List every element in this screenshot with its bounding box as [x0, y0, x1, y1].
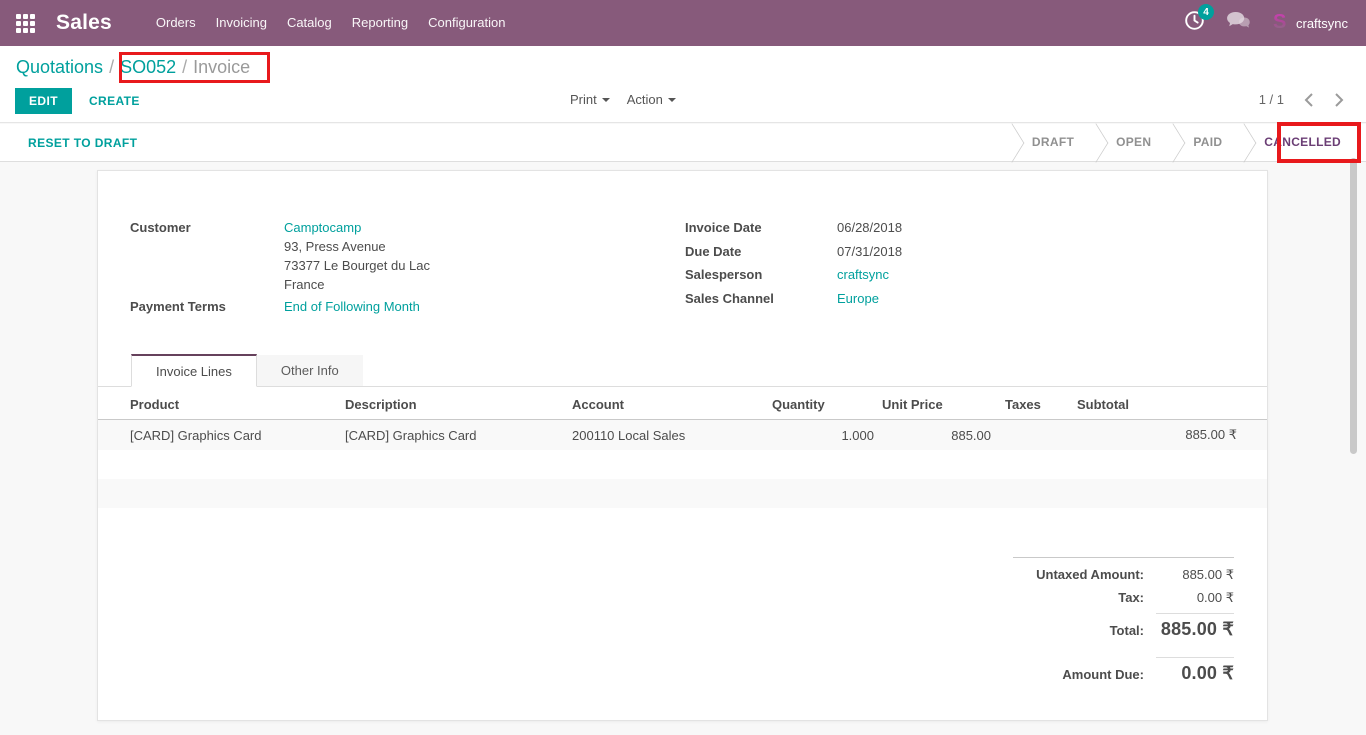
- apps-grid-icon[interactable]: [16, 14, 35, 33]
- invoice-form-sheet: Customer Camptocamp 93, Press Avenue 733…: [97, 170, 1268, 721]
- customer-address-line: France: [284, 275, 430, 294]
- col-header-product[interactable]: Product: [98, 391, 341, 420]
- vertical-scrollbar[interactable]: [1350, 158, 1357, 454]
- totals-divider: [1156, 613, 1234, 614]
- totals-divider: [1156, 657, 1234, 658]
- col-header-taxes[interactable]: Taxes: [995, 391, 1073, 420]
- tax-value: 0.00 ₹: [1158, 590, 1234, 606]
- invoice-line-row[interactable]: [CARD] Graphics Card [CARD] Graphics Car…: [98, 420, 1267, 451]
- field-group-left: Customer Camptocamp 93, Press Avenue 733…: [130, 218, 430, 316]
- invoice-lines-table: Product Description Account Quantity Uni…: [98, 391, 1267, 537]
- activities-button[interactable]: 4: [1184, 10, 1205, 36]
- app-name[interactable]: Sales: [56, 11, 112, 35]
- sales-channel-link[interactable]: Europe: [837, 289, 879, 308]
- status-step-cancelled[interactable]: CANCELLED: [1243, 124, 1362, 161]
- navbar-right: 4 S: [1184, 10, 1348, 37]
- field-group-right: Invoice Date 06/28/2018 Due Date 07/31/2…: [685, 218, 902, 312]
- col-header-subtotal[interactable]: Subtotal: [1073, 391, 1267, 420]
- menu-reporting[interactable]: Reporting: [342, 0, 418, 46]
- cell-quantity: 1.000: [768, 420, 878, 451]
- caret-down-icon: [602, 98, 610, 102]
- form-buttons: EDIT CREATE: [15, 88, 140, 114]
- action-dropdowns: Print Action: [570, 92, 676, 107]
- action-dropdown[interactable]: Action: [627, 92, 676, 107]
- payment-terms-label: Payment Terms: [130, 297, 284, 316]
- status-pipeline: DRAFT OPEN PAID CANCELLED: [1011, 124, 1362, 161]
- content-area: Customer Camptocamp 93, Press Avenue 733…: [0, 163, 1366, 735]
- empty-row: [98, 508, 1267, 537]
- main-menu: Orders Invoicing Catalog Reporting Confi…: [146, 0, 516, 46]
- user-menu[interactable]: S craftsync: [1272, 10, 1348, 37]
- reset-to-draft-button[interactable]: RESET TO DRAFT: [28, 136, 137, 150]
- total-label: Total:: [1013, 623, 1144, 638]
- chat-bubbles-icon: [1226, 11, 1251, 36]
- breadcrumb-separator: /: [103, 57, 120, 77]
- statusbar: RESET TO DRAFT DRAFT OPEN PAID CANCELLED: [0, 124, 1366, 162]
- menu-orders[interactable]: Orders: [146, 0, 206, 46]
- empty-row: [98, 450, 1267, 479]
- salesperson-link[interactable]: craftsync: [837, 265, 889, 284]
- empty-row: [98, 479, 1267, 508]
- due-date-value: 07/31/2018: [837, 242, 902, 261]
- amount-due-label: Amount Due:: [1013, 667, 1144, 682]
- tab-other-info[interactable]: Other Info: [257, 355, 363, 386]
- customer-label: Customer: [130, 218, 284, 237]
- untaxed-amount-label: Untaxed Amount:: [1013, 567, 1144, 582]
- menu-catalog[interactable]: Catalog: [277, 0, 342, 46]
- total-value: 885.00 ₹: [1158, 619, 1234, 640]
- payment-terms-link[interactable]: End of Following Month: [284, 297, 420, 316]
- cell-unit-price: 885.00: [878, 420, 995, 451]
- messages-button[interactable]: [1226, 11, 1251, 36]
- invoice-date-label: Invoice Date: [685, 218, 837, 237]
- pager-previous-icon[interactable]: [1304, 93, 1314, 107]
- cell-taxes: [995, 420, 1073, 451]
- create-button[interactable]: CREATE: [89, 94, 140, 108]
- svg-text:S: S: [1273, 11, 1286, 32]
- print-dropdown[interactable]: Print: [570, 92, 610, 107]
- pager: 1 / 1: [1259, 92, 1344, 107]
- cell-description: [CARD] Graphics Card: [341, 420, 568, 451]
- breadcrumb-current: Invoice: [193, 57, 250, 77]
- activity-count-badge: 4: [1198, 4, 1214, 20]
- col-header-account[interactable]: Account: [568, 391, 768, 420]
- notebook-tabs: Invoice Lines Other Info: [98, 354, 1267, 387]
- cell-product: [CARD] Graphics Card: [98, 420, 341, 451]
- user-name: craftsync: [1296, 16, 1348, 31]
- cell-subtotal: 885.00 ₹: [1073, 420, 1267, 451]
- due-date-label: Due Date: [685, 242, 837, 261]
- breadcrumb-order-ref[interactable]: SO052: [120, 57, 176, 77]
- cell-account: 200110 Local Sales: [568, 420, 768, 451]
- pager-value: 1 / 1: [1259, 92, 1284, 107]
- pager-next-icon[interactable]: [1334, 93, 1344, 107]
- top-navbar: Sales Orders Invoicing Catalog Reporting…: [0, 0, 1366, 46]
- sales-channel-label: Sales Channel: [685, 289, 837, 308]
- control-panel: Quotations/SO052/Invoice EDIT CREATE Pri…: [0, 46, 1366, 123]
- customer-link[interactable]: Camptocamp: [284, 218, 361, 237]
- edit-button[interactable]: EDIT: [15, 88, 72, 114]
- breadcrumb-separator: /: [176, 57, 193, 77]
- menu-invoicing[interactable]: Invoicing: [206, 0, 277, 46]
- craftsync-logo-icon: S: [1272, 10, 1289, 37]
- amount-due-value: 0.00 ₹: [1158, 663, 1234, 684]
- customer-address-line: 93, Press Avenue: [284, 237, 430, 256]
- customer-address-line: 73377 Le Bourget du Lac: [284, 256, 430, 275]
- breadcrumb-quotations[interactable]: Quotations: [16, 57, 103, 77]
- breadcrumb: Quotations/SO052/Invoice: [16, 57, 250, 78]
- col-header-quantity[interactable]: Quantity: [768, 391, 878, 420]
- invoice-totals: Untaxed Amount: 885.00 ₹ Tax: 0.00 ₹ Tot…: [1013, 557, 1234, 691]
- col-header-unit-price[interactable]: Unit Price: [878, 391, 995, 420]
- tax-label: Tax:: [1013, 590, 1144, 605]
- invoice-date-value: 06/28/2018: [837, 218, 902, 237]
- col-header-description[interactable]: Description: [341, 391, 568, 420]
- tab-invoice-lines[interactable]: Invoice Lines: [131, 354, 257, 387]
- caret-down-icon: [668, 98, 676, 102]
- menu-configuration[interactable]: Configuration: [418, 0, 515, 46]
- salesperson-label: Salesperson: [685, 265, 837, 284]
- untaxed-amount-value: 885.00 ₹: [1158, 567, 1234, 583]
- table-header-row: Product Description Account Quantity Uni…: [98, 391, 1267, 420]
